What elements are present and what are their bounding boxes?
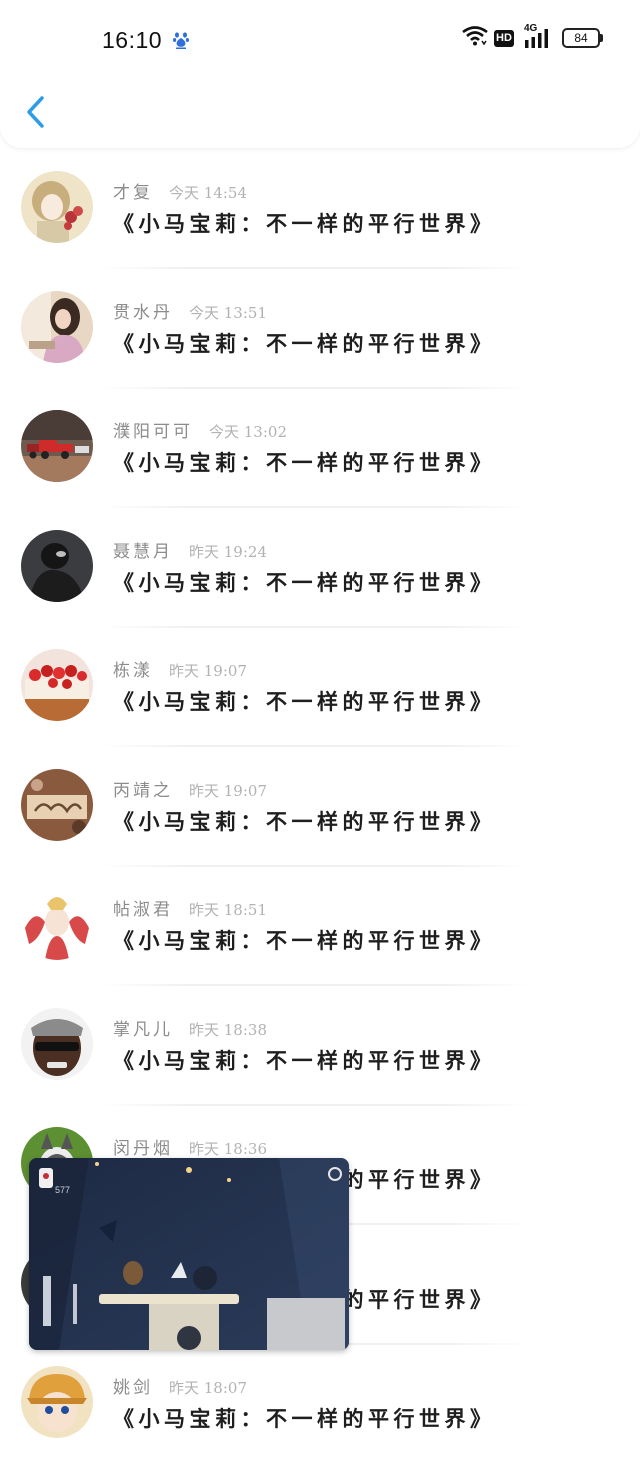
- content-title: 《小马宝莉：不一样的平行世界》: [113, 689, 496, 714]
- list-item[interactable]: 才复 今天 14:54 《小马宝莉：不一样的平行世界》: [0, 150, 640, 270]
- timestamp: 昨天 18:38: [189, 1020, 267, 1039]
- avatar: [21, 1007, 93, 1080]
- avatar: [21, 529, 93, 602]
- list-item[interactable]: 帖淑君 昨天 18:51 《小马宝莉：不一样的平行世界》: [0, 867, 640, 987]
- user-name: 丙靖之: [113, 780, 173, 801]
- network-type: 4G: [524, 23, 538, 34]
- hd-badge: HD: [494, 29, 514, 47]
- list-item[interactable]: 聂慧月 昨天 19:24 《小马宝莉：不一样的平行世界》: [0, 509, 640, 629]
- content-title: 《小马宝莉：不一样的平行世界》: [113, 1406, 496, 1431]
- status-bar: 16:10 HD 4G 84: [0, 0, 640, 80]
- wifi-icon: [462, 26, 488, 50]
- timestamp: 今天 14:54: [169, 184, 247, 202]
- list-item[interactable]: 栋漾 昨天 19:07 《小马宝莉：不一样的平行世界》: [0, 628, 640, 748]
- avatar: [21, 410, 93, 482]
- content-title: 《小马宝莉：不一样的平行世界》: [113, 1047, 496, 1073]
- timestamp: 今天 13:02: [209, 423, 287, 441]
- content-title: 《小马宝莉：不一样的平行世界》: [113, 450, 496, 475]
- user-name: 才复: [113, 183, 153, 203]
- avatar: [21, 888, 93, 960]
- content-title: 《小马宝莉：不一样的平行世界》: [113, 569, 496, 595]
- avatar: [21, 1366, 93, 1438]
- user-name: 姚剑: [113, 1378, 153, 1398]
- user-name: 濮阳可可: [113, 422, 193, 442]
- content-title: 《小马宝莉：不一样的平行世界》: [113, 808, 496, 834]
- timestamp: 昨天 18:51: [189, 901, 267, 919]
- timestamp: 昨天 18:07: [169, 1379, 247, 1397]
- battery-level: 84: [574, 31, 588, 45]
- baidu-paw-icon: [173, 31, 189, 53]
- list-item[interactable]: 贯水丹 今天 13:51 《小马宝莉：不一样的平行世界》: [0, 270, 640, 390]
- user-name: 贯水丹: [113, 302, 173, 323]
- back-button[interactable]: [22, 94, 50, 130]
- list-item[interactable]: 丙靖之 昨天 19:07 《小马宝莉：不一样的平行世界》: [0, 748, 640, 868]
- content-title: 《小马宝莉：不一样的平行世界》: [113, 330, 496, 356]
- list-item[interactable]: 姚剑 昨天 18:07 《小马宝莉：不一样的平行世界》: [0, 1345, 640, 1465]
- avatar: [21, 290, 93, 363]
- user-name: 聂慧月: [113, 541, 173, 562]
- timestamp: 昨天 19:07: [169, 662, 247, 680]
- avatar: [21, 649, 93, 721]
- video-pip-window[interactable]: 577: [29, 1158, 349, 1350]
- timestamp: 昨天 18:36: [189, 1140, 267, 1158]
- battery-icon: 84: [562, 28, 603, 48]
- timestamp: 昨天 19:07: [189, 781, 267, 800]
- video-frame: [29, 1158, 349, 1350]
- chevron-left-icon: [27, 96, 44, 128]
- content-title: 《小马宝莉：不一样的平行世界》: [113, 928, 496, 953]
- status-time: 16:10: [102, 27, 163, 53]
- avatar: [21, 768, 93, 841]
- user-name: 闵丹烟: [113, 1139, 173, 1159]
- user-name: 帖淑君: [113, 900, 173, 920]
- avatar: [21, 171, 93, 243]
- timestamp: 今天 13:51: [189, 303, 267, 322]
- pip-count: 577: [55, 1185, 71, 1195]
- cellular-signal-icon: 4G: [524, 23, 552, 50]
- timestamp: 昨天 19:24: [189, 542, 267, 561]
- list-item[interactable]: 掌凡儿 昨天 18:38 《小马宝莉：不一样的平行世界》: [0, 987, 640, 1107]
- content-title: 《小马宝莉：不一样的平行世界》: [113, 211, 496, 236]
- user-name: 栋漾: [113, 661, 153, 681]
- user-name: 掌凡儿: [113, 1019, 173, 1040]
- list-item[interactable]: 濮阳可可 今天 13:02 《小马宝莉：不一样的平行世界》: [0, 389, 640, 509]
